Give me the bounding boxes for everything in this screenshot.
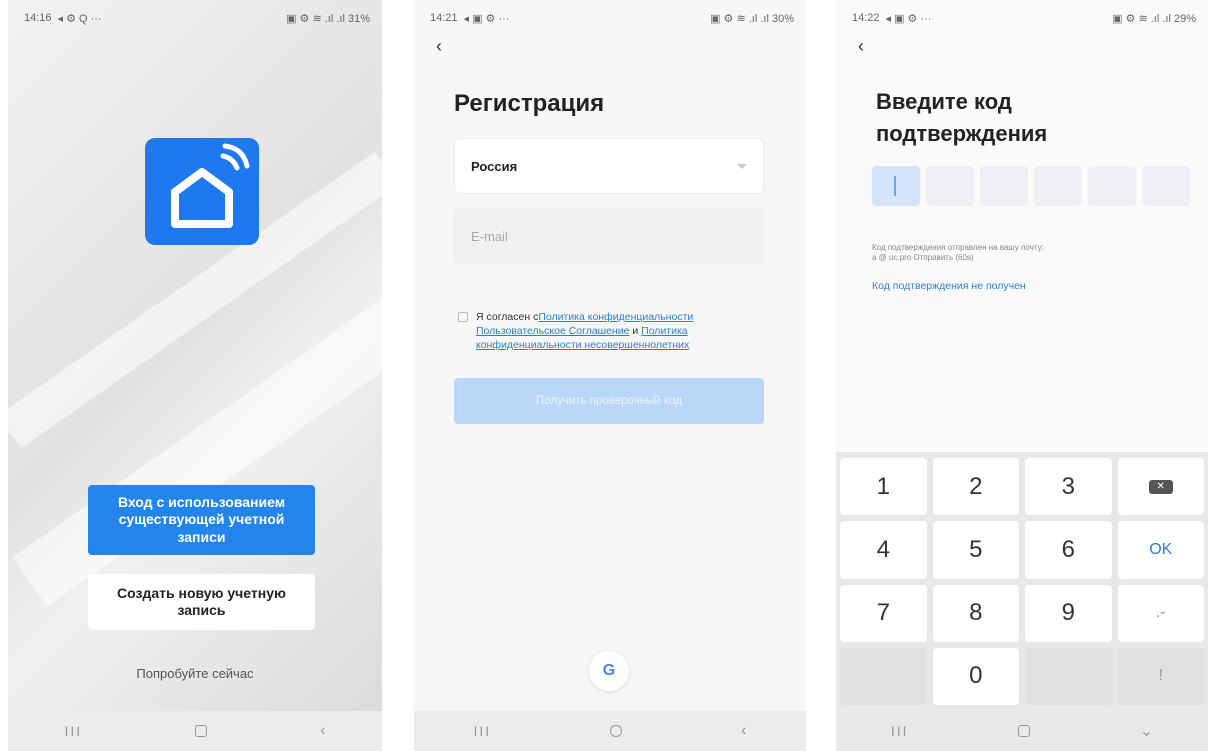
key-0[interactable]: 0 — [932, 647, 1019, 705]
home-button[interactable] — [195, 725, 208, 737]
status-icons-left: ◂ ⚙ Q ··· — [57, 12, 102, 25]
key-5[interactable]: 5 — [932, 521, 1019, 579]
ok-key[interactable]: OK — [1117, 521, 1204, 579]
hide-keyboard-button[interactable]: ⌄ — [1140, 721, 1153, 741]
recent-apps-button[interactable]: III — [891, 723, 909, 739]
registration-screen: 14:21 ◂ ▣ ⚙ ··· ▣ ⚙ ≋ .ıl .ıl 30% ‹ Регис… — [414, 0, 806, 751]
recent-apps-button[interactable]: III — [65, 723, 83, 739]
sent-line: Код подтверждения отправлен на вашу почт… — [872, 243, 1044, 252]
key-8[interactable]: 8 — [932, 584, 1019, 642]
system-nav-bar: III ‹ — [8, 711, 382, 751]
create-account-button[interactable]: Создать новую учетную запись — [88, 574, 315, 630]
back-button[interactable]: ‹ — [741, 722, 746, 740]
back-button[interactable]: ‹ — [320, 722, 325, 740]
status-bar: 14:21 ◂ ▣ ⚙ ··· ▣ ⚙ ≋ .ıl .ıl 30% — [430, 10, 794, 26]
code-digit-box[interactable] — [1034, 166, 1082, 206]
code-digit-box[interactable] — [872, 166, 920, 206]
status-icons-left: ◂ ▣ ⚙ ··· — [463, 12, 510, 25]
system-nav-bar: III ‹ — [414, 711, 806, 751]
agree-prefix: Я согласен с — [476, 311, 539, 323]
light-stripe — [12, 293, 382, 607]
key-2[interactable]: 2 — [932, 458, 1019, 516]
code-input[interactable] — [872, 166, 1190, 206]
dot-dash-key[interactable]: .- — [1117, 584, 1204, 642]
verification-code-screen: 14:22 ◂ ▣ ⚙ ··· ▣ ⚙ ≋ .ıl .ıl 29% ‹ Введи… — [836, 0, 1208, 751]
agree-checkbox[interactable] — [458, 312, 468, 322]
status-bar: 14:22 ◂ ▣ ⚙ ··· ▣ ⚙ ≋ .ıl .ıl 29% — [852, 10, 1196, 26]
agreement-row: Я согласен сПолитика конфиденциальности … — [458, 310, 758, 353]
smart-home-logo-icon — [145, 138, 259, 245]
text-cursor — [894, 176, 896, 196]
system-nav-bar: III ⌄ — [836, 711, 1208, 751]
code-digit-box[interactable] — [926, 166, 974, 206]
empty-key — [840, 647, 927, 705]
status-icons-left: ◂ ▣ ⚙ ··· — [885, 12, 932, 25]
back-arrow-icon[interactable]: ‹ — [436, 36, 442, 57]
key-6[interactable]: 6 — [1025, 521, 1112, 579]
email-field[interactable]: E-mail — [454, 208, 764, 264]
code-digit-box[interactable] — [980, 166, 1028, 206]
key-7[interactable]: 7 — [840, 584, 927, 642]
key-4[interactable]: 4 — [840, 521, 927, 579]
privacy-policy-link[interactable]: Политика конфиденциальности — [538, 311, 693, 323]
key-3[interactable]: 3 — [1025, 458, 1112, 516]
sent-line: a @ uc.pro Отправить (60s) — [872, 253, 974, 263]
key-9[interactable]: 9 — [1025, 584, 1112, 642]
back-arrow-icon[interactable]: ‹ — [858, 36, 864, 57]
code-sent-info: Код подтверждения отправлен на вашу почт… — [872, 243, 1044, 264]
status-icons-right: ▣ ⚙ ≋ .ıl .ıl 31% — [286, 12, 370, 25]
recent-apps-button[interactable]: III — [474, 723, 492, 739]
agree-and: и — [629, 325, 642, 338]
code-not-received-link[interactable]: Код подтверждения не получен — [872, 280, 1026, 292]
chevron-down-icon — [737, 163, 747, 169]
status-time: 14:21 — [430, 12, 458, 24]
backspace-icon: ✕ — [1148, 479, 1173, 494]
numeric-keypad: 1 2 3 ✕ 4 5 6 OK 7 8 9 .- 0 ! — [836, 452, 1208, 711]
welcome-screen: 14:16 ◂ ⚙ Q ··· ▣ ⚙ ≋ .ıl .ıl 31% Вход с … — [8, 0, 382, 751]
try-now-link[interactable]: Попробуйте сейчас — [8, 666, 382, 681]
backspace-key[interactable]: ✕ — [1117, 458, 1204, 516]
status-time: 14:22 — [852, 12, 880, 24]
title-line: подтверждения — [876, 120, 1048, 146]
status-time: 14:16 — [24, 12, 52, 24]
code-digit-box[interactable] — [1142, 166, 1190, 206]
email-placeholder: E-mail — [471, 228, 508, 244]
user-agreement-link[interactable]: Пользовательское Соглашение — [476, 325, 629, 337]
empty-key — [1025, 647, 1112, 705]
country-select[interactable]: Россия — [454, 138, 764, 194]
country-value: Россия — [471, 158, 518, 174]
google-login-icon[interactable]: G — [589, 651, 629, 691]
page-title: Введите код подтверждения — [876, 86, 1047, 150]
page-title: Регистрация — [454, 90, 605, 117]
status-bar: 14:16 ◂ ⚙ Q ··· ▣ ⚙ ≋ .ıl .ıl 31% — [24, 10, 370, 26]
home-button[interactable] — [610, 725, 623, 737]
home-button[interactable] — [1018, 725, 1031, 737]
code-digit-box[interactable] — [1088, 166, 1136, 206]
login-existing-account-button[interactable]: Вход с использованием существующей учетн… — [88, 485, 315, 555]
exclaim-key[interactable]: ! — [1117, 647, 1204, 705]
status-icons-right: ▣ ⚙ ≋ .ıl .ıl 29% — [1112, 12, 1196, 25]
status-icons-right: ▣ ⚙ ≋ .ıl .ıl 30% — [710, 12, 794, 25]
agreement-text: Я согласен сПолитика конфиденциальности … — [476, 310, 758, 353]
title-line: Введите код — [876, 89, 1012, 114]
key-1[interactable]: 1 — [840, 458, 927, 516]
get-code-button[interactable]: Получить проверочный код — [454, 378, 764, 424]
